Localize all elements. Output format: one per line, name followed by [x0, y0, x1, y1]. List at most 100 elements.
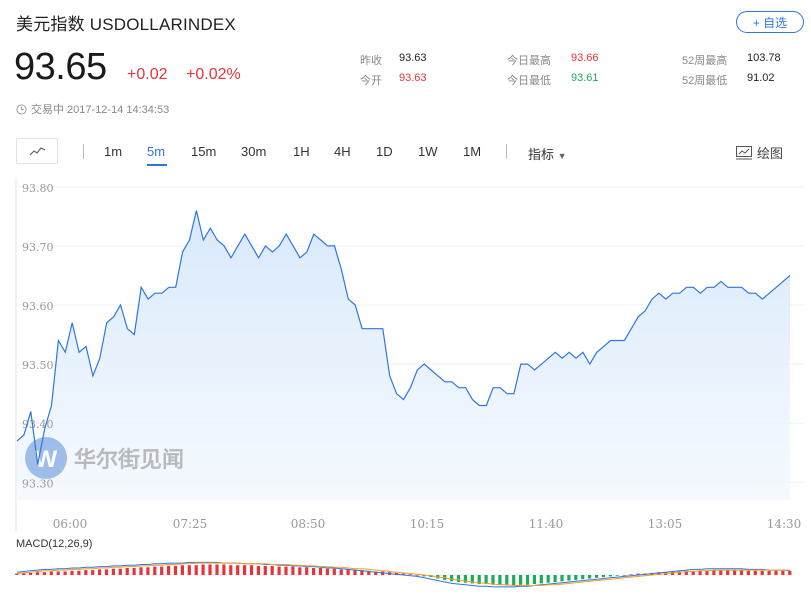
- interval-tab-5m[interactable]: 5m: [147, 144, 165, 159]
- macd-histogram-bar: [277, 566, 281, 575]
- macd-histogram-bar: [339, 569, 343, 575]
- open-label: 今开: [360, 75, 382, 87]
- interval-tab-15m[interactable]: 15m: [191, 144, 216, 159]
- indicator-dropdown[interactable]: 指标 ▼: [528, 144, 567, 163]
- macd-histogram-bar: [215, 564, 219, 575]
- macd-histogram-bar: [132, 568, 136, 575]
- macd-histogram-bar: [726, 570, 730, 575]
- interval-tab-1w[interactable]: 1W: [418, 144, 438, 159]
- macd-histogram-bar: [532, 575, 536, 585]
- caret-down-icon: ▼: [557, 151, 567, 161]
- interval-tab-1h[interactable]: 1H: [293, 144, 310, 159]
- macd-histogram-bar: [505, 575, 509, 586]
- x-tick-label: 06:00: [53, 517, 88, 531]
- macd-histogram-bar: [774, 570, 778, 575]
- price-chart[interactable]: 93.8093.7093.6093.5093.4093.30 W 华尔街见闻 0…: [0, 170, 811, 597]
- macd-histogram-bar: [194, 565, 198, 575]
- macd-histogram-bar: [42, 572, 46, 575]
- macd-histogram-bar: [739, 570, 744, 575]
- macd-histogram-bar: [84, 570, 88, 575]
- macd-histogram-bar: [49, 571, 53, 575]
- x-tick-label: 11:40: [529, 517, 564, 531]
- macd-histogram-bar: [173, 565, 178, 575]
- drawing-icon: [736, 145, 752, 159]
- interval-tab-1m[interactable]: 1m: [104, 144, 122, 159]
- macd-histogram-bar: [560, 575, 564, 582]
- macd-histogram-bar: [153, 566, 157, 575]
- indicator-label: 指标: [528, 147, 555, 162]
- macd-histogram-bar: [456, 575, 461, 582]
- y-tick-label: 93.60: [22, 300, 54, 313]
- macd-histogram-bar: [118, 568, 122, 575]
- macd-histogram-bar: [104, 569, 109, 575]
- interval-tab-30m[interactable]: 30m: [241, 144, 266, 159]
- x-tick-label: 13:05: [648, 517, 683, 531]
- macd-histogram-bar: [553, 575, 557, 582]
- macd-histogram-bar: [546, 575, 550, 583]
- macd-histogram-bar: [491, 575, 495, 585]
- week52-low-value: 91.02: [747, 72, 775, 84]
- macd-histogram-bar: [77, 570, 81, 575]
- open-value: 93.63: [399, 72, 427, 84]
- macd-histogram-bar: [236, 565, 240, 575]
- macd-histogram-bar: [63, 571, 67, 575]
- draw-tool-button[interactable]: 绘图: [736, 143, 783, 162]
- macd-histogram-bar: [270, 565, 274, 575]
- macd-histogram-bar: [705, 570, 709, 575]
- x-tick-label: 08:50: [291, 517, 326, 531]
- macd-histogram-bar: [539, 575, 543, 584]
- macd-histogram-bar: [332, 568, 336, 575]
- draw-label: 绘图: [757, 146, 784, 161]
- macd-histogram-bar: [305, 567, 309, 575]
- macd-histogram-bar: [139, 567, 143, 575]
- macd-histogram-bar: [415, 575, 419, 576]
- macd-histogram-bar: [318, 568, 323, 575]
- price-change-percent: +0.02%: [186, 66, 241, 83]
- macd-histogram-bar: [111, 568, 115, 575]
- macd-histogram-bar: [608, 575, 612, 577]
- macd-histogram-bar: [450, 575, 454, 582]
- week52-low-label: 52周最低: [682, 75, 728, 87]
- macd-histogram-bar: [222, 564, 226, 575]
- x-tick-label: 10:15: [410, 517, 445, 531]
- macd-histogram-bar: [249, 565, 254, 575]
- macd-histogram-bar: [629, 574, 633, 575]
- macd-histogram-bar: [263, 565, 267, 575]
- macd-histogram-bar: [160, 566, 164, 575]
- macd-histogram-bar: [56, 571, 60, 575]
- macd-histogram-bar: [760, 570, 764, 575]
- toolbar-divider: [506, 144, 507, 159]
- macd-histogram-bar: [291, 566, 295, 575]
- interval-tab-1m-month[interactable]: 1M: [463, 144, 481, 159]
- day-high-label: 今日最高: [507, 55, 551, 67]
- macd-histogram-bar: [746, 570, 750, 575]
- x-tick-label: 07:25: [173, 517, 208, 531]
- macd-histogram-bar: [312, 568, 316, 575]
- macd-histogram-bar: [70, 570, 74, 575]
- page-title: 美元指数 USDOLLARINDEX: [16, 15, 236, 34]
- chart-type-button[interactable]: [16, 138, 58, 164]
- clock-icon: [16, 103, 27, 115]
- interval-tab-1d[interactable]: 1D: [376, 144, 393, 159]
- line-chart-icon: [29, 147, 46, 156]
- macd-histogram-bar: [353, 570, 357, 575]
- macd-histogram-bar: [284, 566, 288, 575]
- prev-close-label: 昨收: [360, 55, 382, 67]
- macd-histogram-bar: [125, 568, 129, 575]
- macd-histogram-bar: [498, 575, 502, 585]
- macd-histogram-bar: [201, 564, 205, 575]
- active-tab-indicator: [147, 164, 167, 166]
- add-to-watchlist-button[interactable]: + 自选: [736, 11, 804, 33]
- macd-histogram-bar: [733, 570, 737, 575]
- macd-histogram-bar: [788, 570, 792, 575]
- macd-histogram-bar: [298, 567, 302, 575]
- macd-histogram-bar: [325, 568, 329, 575]
- macd-histogram-bar: [91, 570, 95, 575]
- trading-status: 交易中 2017-12-14 14:34:53: [16, 101, 169, 117]
- macd-histogram-bar: [187, 565, 191, 575]
- macd-histogram-bar: [712, 570, 716, 575]
- interval-tab-4h[interactable]: 4H: [334, 144, 351, 159]
- macd-histogram-bar: [581, 575, 585, 580]
- macd-histogram-bar: [346, 569, 350, 575]
- macd-histogram-bar: [781, 570, 785, 575]
